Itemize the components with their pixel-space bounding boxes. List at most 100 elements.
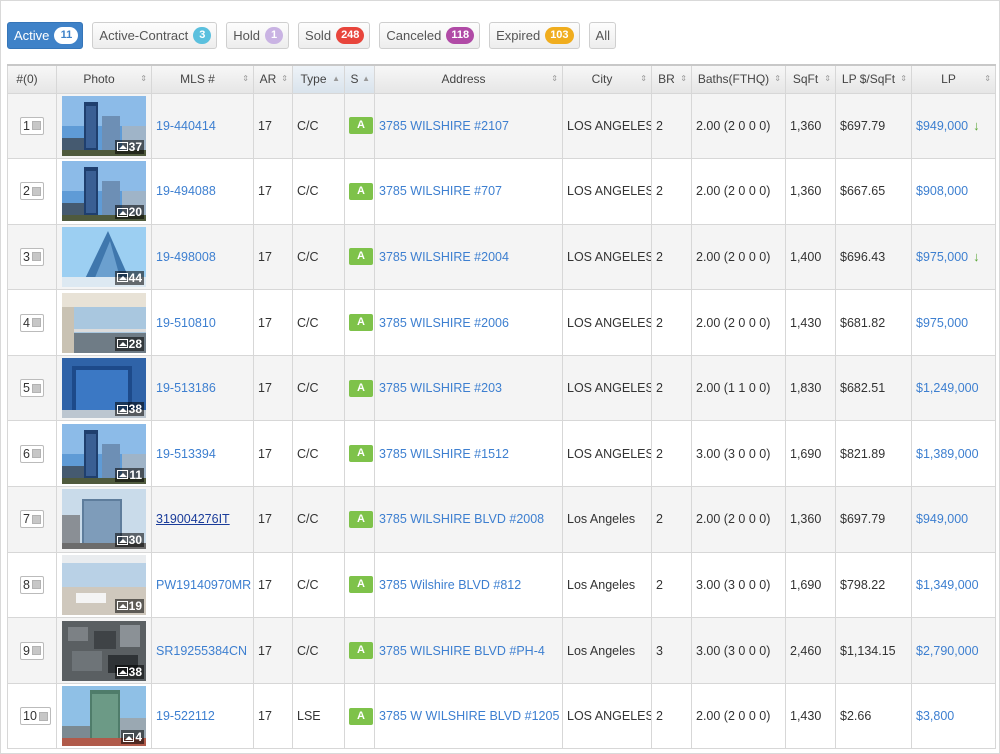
list-price-link[interactable]: $908,000 [916,184,968,198]
checkbox[interactable] [31,646,41,656]
row-select[interactable]: 3 [20,247,44,266]
column-header-mls[interactable]: MLS # ⇕ [151,64,254,94]
table-row[interactable]: 2 20 19-494088 17 C/C A 3785 WILSHIRE #707 LOS … [7,158,996,225]
photo-cell[interactable]: 11 [56,420,152,488]
tab-active-contract[interactable]: Active-Contract 3 [92,21,218,49]
address-link[interactable]: 3785 WILSHIRE #2004 [379,250,509,264]
column-header-br[interactable]: BR ⇕ [651,64,692,94]
column-header-address[interactable]: Address ⇕ [374,64,563,94]
sort-icon[interactable]: ⇕ [680,75,687,83]
tab-all[interactable]: All [588,21,616,49]
row-select[interactable]: 9 [20,641,44,660]
address-link[interactable]: 3785 Wilshire BLVD #812 [379,578,521,592]
row-select[interactable]: 4 [20,313,44,332]
list-price-link[interactable]: $1,389,000 [916,447,979,461]
list-price-link[interactable]: $975,000 [916,316,968,330]
table-row[interactable]: 7 30 319004276IT 17 C/C A 3785 WILSHIRE BLVD #… [7,486,996,553]
photo-cell[interactable]: 38 [56,617,152,684]
listing-photo[interactable]: 44 [62,226,146,287]
checkbox[interactable] [31,580,41,590]
mls-link[interactable]: 19-513394 [156,447,216,461]
listing-photo[interactable]: 30 [62,489,146,550]
checkbox[interactable] [38,711,48,721]
table-row[interactable]: 4 28 19-510810 17 C/C A 3785 WILSHIRE #2006 LOS… [7,289,996,356]
list-price-link[interactable]: $949,000 [916,119,968,133]
list-price-link[interactable]: $2,790,000 [916,644,979,658]
column-header-lp-sqft[interactable]: LP $/SqFt ⇕ [835,64,912,94]
sort-icon[interactable]: ⇕ [984,75,991,83]
photo-cell[interactable]: 4 [56,682,152,750]
mls-link[interactable]: SR19255384CN [156,644,247,658]
mls-link[interactable]: 19-498008 [156,250,216,264]
list-price-link[interactable]: $949,000 [916,512,968,526]
listing-photo[interactable]: 11 [62,423,146,484]
row-select[interactable]: 2 [20,182,44,201]
mls-link[interactable]: 19-510810 [156,316,216,330]
address-link[interactable]: 3785 WILSHIRE BLVD #2008 [379,512,544,526]
column-header-ar[interactable]: AR ⇕ [253,64,293,94]
table-row[interactable]: 10 4 19-522112 17 LSE A 3785 W WILSHIRE BLVD #… [7,682,996,750]
checkbox[interactable] [31,449,41,459]
address-link[interactable]: 3785 WILSHIRE #2107 [379,119,509,133]
sort-icon[interactable]: ⇕ [551,75,558,83]
column-header-photo[interactable]: Photo ⇕ [56,64,152,94]
sort-icon[interactable]: ⇕ [242,75,249,83]
photo-cell[interactable]: 30 [56,486,152,553]
tab-sold[interactable]: Sold 248 [298,21,371,49]
address-link[interactable]: 3785 WILSHIRE #2006 [379,316,509,330]
sort-asc-icon[interactable]: ▲ [332,75,340,83]
listing-photo[interactable]: 4 [62,686,146,747]
table-row[interactable]: 3 44 19-498008 17 C/C A 3785 WILSHIRE #2004 LOS… [7,223,996,291]
address-link[interactable]: 3785 WILSHIRE BLVD #PH-4 [379,644,545,658]
mls-link[interactable]: 19-494088 [156,184,216,198]
column-header-baths-fthq[interactable]: Baths(FTHQ) ⇕ [691,64,786,94]
checkbox[interactable] [31,186,41,196]
row-select[interactable]: 6 [20,444,44,463]
checkbox[interactable] [31,252,41,262]
photo-cell[interactable]: 28 [56,289,152,356]
tab-expired[interactable]: Expired 103 [489,21,580,49]
listing-photo[interactable]: 38 [62,358,146,419]
tab-hold[interactable]: Hold 1 [226,21,290,49]
list-price-link[interactable]: $3,800 [916,709,954,723]
mls-link[interactable]: 319004276IT [156,512,230,526]
list-price-link[interactable]: $975,000 [916,250,968,264]
column-header-s[interactable]: S ▲ [344,64,375,94]
checkbox[interactable] [31,121,41,131]
listing-photo[interactable]: 38 [62,620,146,681]
column-header-type[interactable]: Type ▲ [292,64,345,94]
listing-photo[interactable]: 37 [62,95,146,156]
row-select[interactable]: 1 [20,116,44,135]
listing-photo[interactable]: 19 [62,554,146,615]
sort-icon[interactable]: ⇕ [824,75,831,83]
row-select[interactable]: 8 [20,575,44,594]
mls-link[interactable]: 19-513186 [156,381,216,395]
sort-icon[interactable]: ⇕ [640,75,647,83]
table-row[interactable]: 9 38 SR19255384CN 17 C/C A 3785 WILSHIRE BLVD … [7,617,996,684]
tab-active[interactable]: Active 11 [7,21,84,49]
table-row[interactable]: 6 11 19-513394 17 C/C A 3785 WILSHIRE #1512 LOS… [7,420,996,488]
row-select[interactable]: 10 [20,707,51,726]
sort-icon[interactable]: ⇕ [140,75,147,83]
address-link[interactable]: 3785 WILSHIRE #203 [379,381,502,395]
checkbox[interactable] [31,318,41,328]
checkbox[interactable] [31,383,41,393]
photo-cell[interactable]: 20 [56,158,152,225]
tab-canceled[interactable]: Canceled 118 [379,21,481,49]
table-row[interactable]: 1 37 19-440414 17 C/C A 3785 WILSHIRE #2107 LOS… [7,92,996,160]
photo-cell[interactable]: 19 [56,551,152,619]
mls-link[interactable]: 19-522112 [156,709,215,723]
address-link[interactable]: 3785 W WILSHIRE BLVD #1205 [379,709,559,723]
column-header--0[interactable]: #(0) [7,64,57,94]
address-link[interactable]: 3785 WILSHIRE #707 [379,184,502,198]
sort-icon[interactable]: ⇕ [774,75,781,83]
column-header-city[interactable]: City ⇕ [562,64,652,94]
row-select[interactable]: 5 [20,379,44,398]
sort-asc-icon[interactable]: ▲ [362,75,370,83]
photo-cell[interactable]: 38 [56,354,152,422]
list-price-link[interactable]: $1,249,000 [916,381,979,395]
column-header-sqft[interactable]: SqFt ⇕ [785,64,836,94]
table-row[interactable]: 5 38 19-513186 17 C/C A 3785 WILSHIRE #203 LOS … [7,354,996,422]
mls-link[interactable]: 19-440414 [156,119,216,133]
mls-link[interactable]: PW19140970MR [156,578,251,592]
